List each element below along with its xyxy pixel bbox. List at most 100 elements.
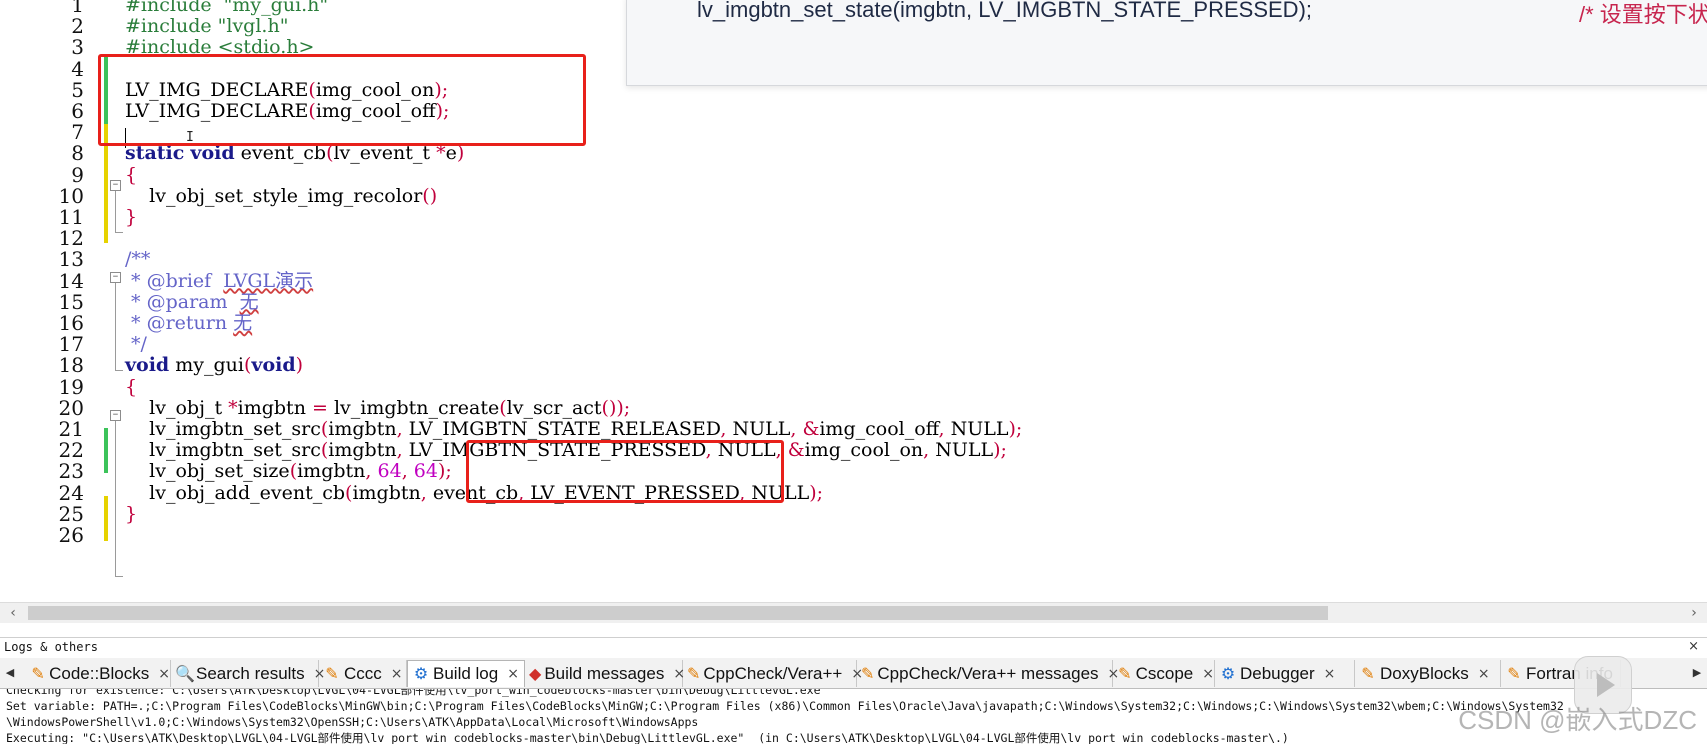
fold-guide-end xyxy=(115,370,123,371)
code-token: 64 xyxy=(377,460,402,483)
code-token: ( xyxy=(499,396,507,419)
note-icon: ✎ xyxy=(325,665,339,683)
tab-close-icon[interactable]: × xyxy=(1324,666,1336,682)
annotation-box-imgbtn-states xyxy=(466,440,784,503)
fold-guide xyxy=(115,191,116,233)
code-token: LVGL演示 xyxy=(223,269,314,292)
tooltip-code: lv_imgbtn_set_state(imgbtn, LV_IMGBTN_ST… xyxy=(697,0,1313,22)
code-token: ); xyxy=(437,460,452,483)
tab-label: Search results xyxy=(196,663,305,683)
code-line: * @param 无 xyxy=(125,291,259,313)
line-number: 18 xyxy=(58,353,84,378)
tab-close-icon[interactable]: × xyxy=(1202,666,1214,682)
code-token: = xyxy=(311,396,328,419)
code-token: imgbtn xyxy=(328,418,397,440)
code-editor[interactable]: 1 2 3 4 5 6 7 8 9 10 11 12 13 14 15 16 17 18 19 20 21 22 23 24 2… xyxy=(0,0,1707,602)
code-line: lv_obj_set_style_img_recolor() xyxy=(125,185,437,207)
fold-toggle-icon[interactable]: − xyxy=(110,410,121,421)
code-token: & xyxy=(787,439,805,462)
scroll-left-icon[interactable]: ‹ xyxy=(2,603,24,623)
line-number: 17 xyxy=(58,332,84,357)
scrollbar-thumb[interactable] xyxy=(28,606,1328,620)
code-token: } xyxy=(125,502,138,525)
code-line: void my_gui(void) xyxy=(125,354,303,376)
code-token: NULL xyxy=(944,418,1009,440)
code-line: { xyxy=(125,164,137,186)
code-token: */ xyxy=(125,333,147,356)
line-number: 25 xyxy=(58,501,84,526)
code-line: #include "lvgl.h" xyxy=(125,15,288,37)
horizontal-scrollbar[interactable]: ‹ › xyxy=(0,602,1707,623)
code-token: NULL xyxy=(726,418,791,440)
note-icon: ✎ xyxy=(1118,665,1132,683)
tab-scroll-right-icon[interactable]: ▶ xyxy=(1689,662,1705,684)
fold-toggle-icon[interactable]: − xyxy=(110,180,121,191)
code-line: } xyxy=(125,206,137,228)
code-token: /** xyxy=(125,248,151,271)
code-token: lv_obj_add_event_cb xyxy=(125,481,346,504)
code-token: * @return xyxy=(125,312,234,334)
line-number: 9 xyxy=(71,162,84,187)
code-token: #include "my_gui.h" xyxy=(125,0,329,16)
code-token: { xyxy=(125,163,138,186)
code-line: } xyxy=(125,503,137,525)
tab-cppcheck-vera-messages[interactable]: ✎ CppCheck/Vera++ messages × xyxy=(857,660,1119,687)
line-number: 14 xyxy=(58,268,84,293)
code-line: lv_obj_set_size(imgbtn, 64, 64); xyxy=(125,460,452,482)
fold-guide-end xyxy=(115,576,123,577)
code-token: #include "lvgl.h" xyxy=(125,15,289,38)
code-line: #include "my_gui.h" xyxy=(125,0,328,16)
note-icon: ✎ xyxy=(1361,665,1375,683)
tab-label: CppCheck/Vera++ messages xyxy=(877,663,1099,683)
code-token: ); xyxy=(993,439,1007,462)
fold-guide xyxy=(115,283,116,371)
tab-cppcheck-vera[interactable]: ✎ CppCheck/Vera++ × xyxy=(683,660,863,687)
line-number: 10 xyxy=(58,183,84,208)
note-icon: ✎ xyxy=(861,665,875,683)
code-token: NULL xyxy=(929,439,994,462)
scroll-right-icon[interactable]: › xyxy=(1683,603,1705,623)
line-number: 23 xyxy=(58,459,84,484)
tab-close-icon[interactable]: × xyxy=(158,666,170,682)
tab-label: Cscope xyxy=(1135,663,1194,683)
tab-close-icon[interactable]: × xyxy=(507,666,519,682)
tab-build-log[interactable]: ⚙ Build log × xyxy=(407,660,525,687)
line-number: 8 xyxy=(71,141,84,166)
code-token: lv_imgbtn_set_src xyxy=(125,418,321,440)
tooltip-comment: /* 设置按下状 xyxy=(1579,2,1707,27)
tab-build-messages[interactable]: ◆ Build messages × xyxy=(525,660,685,687)
close-icon[interactable]: × xyxy=(1688,639,1699,654)
modified-line-bar xyxy=(104,146,108,243)
code-token: ( xyxy=(289,460,298,483)
code-token: } xyxy=(125,206,138,228)
tab-search-results[interactable]: 🔍 Search results × xyxy=(171,660,325,687)
line-number-gutter: 1 2 3 4 5 6 7 8 9 10 11 12 13 14 15 16 17 18 19 20 21 22 23 24 2… xyxy=(0,0,100,602)
gear-icon: ⚙ xyxy=(1220,665,1236,683)
tab-cscope[interactable]: ✎ Cscope × xyxy=(1113,660,1215,687)
code-token: imgbtn xyxy=(352,481,421,504)
code-token: lv_imgbtn_set_src xyxy=(125,439,321,462)
code-token: imgbtn xyxy=(328,439,397,462)
tab-close-icon[interactable]: × xyxy=(1478,666,1490,682)
tab-cccc[interactable]: ✎ Cccc × xyxy=(319,660,407,687)
fold-toggle-icon[interactable]: − xyxy=(110,272,121,283)
tab-code-blocks[interactable]: ✎ Code::Blocks × xyxy=(26,660,171,687)
tab-label: DoxyBlocks xyxy=(1380,663,1469,683)
code-token: 64 xyxy=(413,460,438,483)
tab-doxyblocks[interactable]: ✎ DoxyBlocks × xyxy=(1355,660,1501,687)
code-tooltip-panel: lv_imgbtn_set_state(imgbtn, LV_IMGBTN_ST… xyxy=(626,0,1707,86)
code-token: void xyxy=(125,354,170,377)
watermark: CSDN @嵌入式DZC xyxy=(1458,705,1697,735)
code-token: img_cool_off xyxy=(819,418,939,440)
code-line: */ xyxy=(125,333,147,355)
log-line: Set variable: PATH=.;C:\Program Files\Co… xyxy=(6,699,1564,713)
code-line: lv_imgbtn_set_src(imgbtn, LV_IMGBTN_STAT… xyxy=(125,418,1022,440)
tab-scroll-left-icon[interactable]: ◀ xyxy=(2,662,18,684)
code-token: * @param xyxy=(125,290,240,313)
code-token: ) xyxy=(295,354,304,377)
tab-close-icon[interactable]: × xyxy=(391,666,403,682)
tab-debugger[interactable]: ⚙ Debugger × xyxy=(1215,660,1355,687)
code-line: lv_obj_t *imgbtn = lv_imgbtn_create(lv_s… xyxy=(125,397,630,419)
line-number: 20 xyxy=(58,395,84,420)
build-log-output[interactable]: Checking for existence: C:\Users\ATK\Des… xyxy=(0,689,1707,744)
